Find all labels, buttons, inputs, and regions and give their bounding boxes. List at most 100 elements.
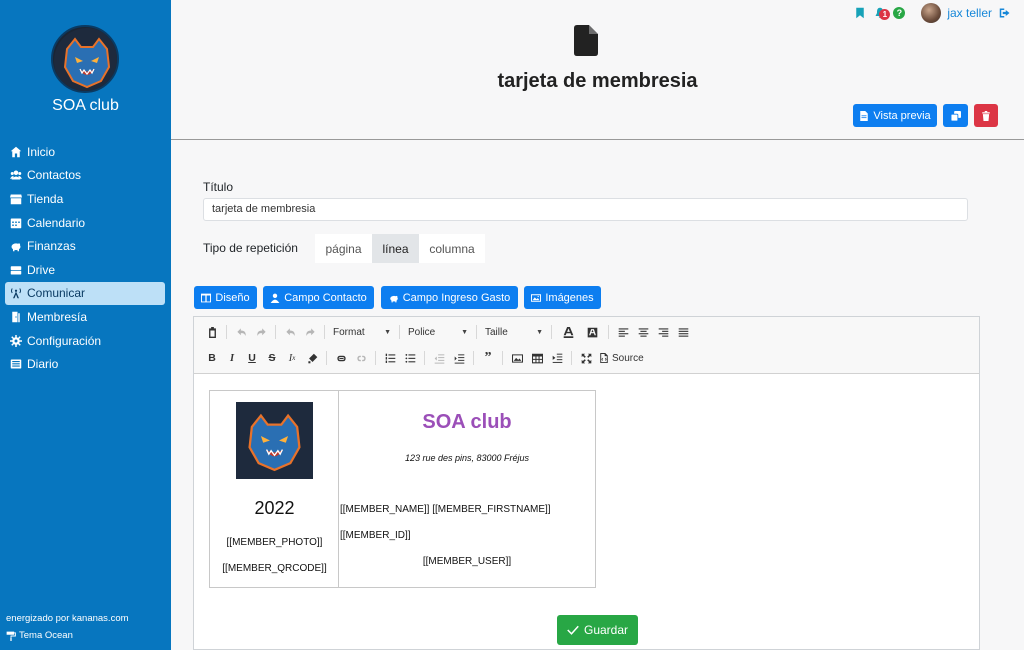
member-qrcode-placeholder: [[MEMBER_QRCODE]] (222, 563, 327, 574)
sidebar-item-inicio[interactable]: Inicio (5, 140, 165, 164)
indent-icon[interactable] (449, 349, 469, 367)
align-left-icon[interactable] (613, 323, 633, 341)
bookmark-icon[interactable] (853, 6, 867, 20)
powered-by[interactable]: energizado por kananas.com (6, 613, 129, 624)
avatar[interactable] (921, 3, 942, 23)
repeat-type-label: Tipo de repetición (203, 241, 298, 255)
title-input[interactable]: tarjeta de membresia (203, 198, 968, 221)
blockquote-icon[interactable]: ” (478, 349, 498, 367)
door-icon (9, 311, 23, 323)
toolbar-separator (608, 325, 609, 339)
format-dropdown[interactable]: Format ▼ (329, 323, 395, 341)
images-button[interactable]: Imágenes (524, 286, 601, 309)
caret-down-icon: ▼ (461, 328, 468, 336)
toolbar-separator (226, 325, 227, 339)
design-button[interactable]: Diseño (194, 286, 257, 309)
bear-logo-icon (54, 28, 117, 91)
undo-icon[interactable] (280, 323, 300, 341)
align-center-icon[interactable] (633, 323, 653, 341)
card-left-cell[interactable]: 2022 [[MEMBER_PHOTO]] [[MEMBER_QRCODE]] (210, 391, 339, 587)
theme-selector[interactable]: Tema Ocean (6, 630, 73, 641)
outdent-icon[interactable] (429, 349, 449, 367)
redo-icon[interactable] (251, 323, 271, 341)
membership-card-table[interactable]: 2022 [[MEMBER_PHOTO]] [[MEMBER_QRCODE]] … (209, 390, 596, 588)
copy-icon (950, 110, 961, 121)
piggy-bank-icon (389, 295, 398, 302)
users-icon (9, 169, 23, 181)
toolbar-separator (326, 351, 327, 365)
sidebar-item-calendario[interactable]: Calendario (5, 211, 165, 235)
contact-field-button[interactable]: Campo Contacto (263, 286, 374, 309)
size-dropdown[interactable]: Taille ▼ (481, 323, 547, 341)
sidebar-item-tienda[interactable]: Tienda (5, 187, 165, 211)
sidebar-item-label: Finanzas (27, 239, 76, 254)
club-name: SOA club (52, 97, 119, 114)
sidebar-item-diario[interactable]: Diario (5, 352, 165, 376)
table-icon[interactable] (527, 349, 547, 367)
sidebar-item-contactos[interactable]: Contactos (5, 164, 165, 188)
repeat-option-columna[interactable]: columna (419, 234, 485, 263)
caret-down-icon: ▼ (384, 328, 391, 336)
username-link[interactable]: jax teller (947, 6, 992, 20)
check-icon (567, 625, 579, 635)
bear-logo-icon (236, 402, 313, 479)
text-color-icon[interactable] (556, 323, 580, 341)
maximize-icon[interactable] (576, 349, 596, 367)
theme-label: Tema Ocean (19, 630, 73, 641)
logout-icon[interactable] (998, 6, 1012, 20)
repeat-option-linea[interactable]: línea (372, 234, 419, 263)
sidebar-item-comunicar[interactable]: Comunicar (5, 281, 165, 306)
size-label: Taille (485, 326, 508, 338)
sidebar-item-membresia[interactable]: Membresía (5, 305, 165, 329)
bulleted-list-icon[interactable] (400, 349, 420, 367)
align-right-icon[interactable] (653, 323, 673, 341)
toolbar-separator (476, 325, 477, 339)
link-icon[interactable] (331, 349, 351, 367)
delete-button[interactable] (974, 104, 998, 127)
justify-icon[interactable] (673, 323, 693, 341)
bold-icon[interactable]: B (202, 349, 222, 367)
toolbar-separator (375, 351, 376, 365)
copy-format-icon[interactable] (302, 349, 322, 367)
unlink-icon[interactable] (351, 349, 371, 367)
notifications-bell[interactable]: 1 (873, 6, 891, 20)
rich-text-editor: Format ▼ Police ▼ Taille ▼ B I U S Ix ” … (193, 316, 980, 650)
income-expense-field-button[interactable]: Campo Ingreso Gasto (381, 286, 518, 309)
club-logo[interactable] (51, 25, 119, 93)
background-color-icon[interactable] (580, 323, 604, 341)
strikethrough-icon[interactable]: S (262, 349, 282, 367)
image-icon[interactable] (507, 349, 527, 367)
club-logo-image[interactable] (236, 402, 313, 479)
underline-icon[interactable]: U (242, 349, 262, 367)
title-label: Título (203, 180, 234, 194)
clear-format-icon[interactable]: Ix (282, 349, 302, 367)
preview-button[interactable]: Vista previa (853, 104, 937, 127)
user-toolbar: 1 ? jax teller (853, 3, 1012, 23)
paste-text-icon[interactable] (202, 323, 222, 341)
caret-down-icon: ▼ (536, 328, 543, 336)
repeat-option-pagina[interactable]: página (315, 234, 372, 263)
italic-icon[interactable]: I (222, 349, 242, 367)
user-icon (270, 293, 280, 303)
sidebar-item-label: Tienda (27, 191, 64, 206)
save-button[interactable]: Guardar (557, 615, 638, 645)
preview-label: Vista previa (873, 109, 931, 122)
page-break-icon[interactable] (547, 349, 567, 367)
redo-icon[interactable] (300, 323, 320, 341)
sidebar-item-label: Inicio (27, 144, 56, 159)
numbered-list-icon[interactable] (380, 349, 400, 367)
source-label: Source (612, 352, 644, 364)
header-divider (171, 139, 1024, 140)
notification-badge: 1 (879, 9, 891, 20)
font-dropdown[interactable]: Police ▼ (404, 323, 472, 341)
source-button[interactable]: Source (596, 353, 647, 364)
income-expense-field-label: Campo Ingreso Gasto (402, 291, 511, 304)
help-icon[interactable]: ? (893, 7, 906, 19)
sidebar-item-configuracion[interactable]: Configuración (5, 329, 165, 353)
editor-toolbar: Format ▼ Police ▼ Taille ▼ B I U S Ix ” … (194, 317, 979, 374)
trash-icon (982, 110, 990, 121)
duplicate-button[interactable] (943, 104, 968, 127)
sidebar-item-drive[interactable]: Drive (5, 258, 165, 282)
undo-icon[interactable] (231, 323, 251, 341)
sidebar-item-finanzas[interactable]: Finanzas (5, 234, 165, 258)
